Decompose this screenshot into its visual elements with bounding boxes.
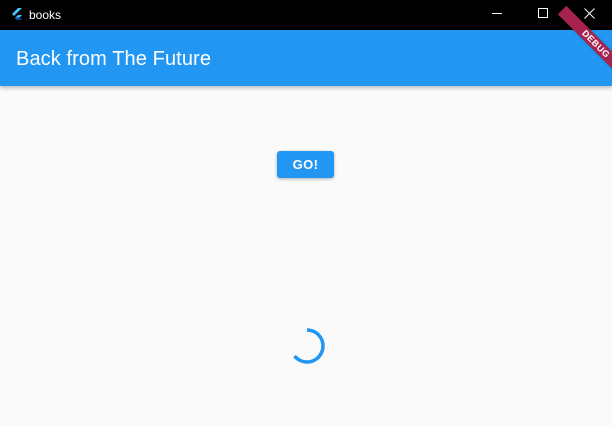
window-title: books — [29, 8, 62, 22]
progress-spinner-icon — [288, 327, 326, 365]
app-bar: Back from The Future — [0, 30, 612, 86]
app-window: books Back from The Future GO! DEBUG — [0, 0, 612, 426]
close-icon — [583, 6, 595, 24]
window-title-bar[interactable]: books — [0, 0, 612, 30]
flutter-logo-icon — [9, 7, 25, 23]
page-title: Back from The Future — [16, 48, 212, 70]
go-button[interactable]: GO! — [277, 151, 334, 178]
maximize-button[interactable] — [520, 0, 566, 30]
minimize-button[interactable] — [474, 0, 520, 30]
maximize-icon — [537, 6, 549, 24]
minimize-icon — [491, 6, 503, 24]
close-button[interactable] — [566, 0, 612, 30]
